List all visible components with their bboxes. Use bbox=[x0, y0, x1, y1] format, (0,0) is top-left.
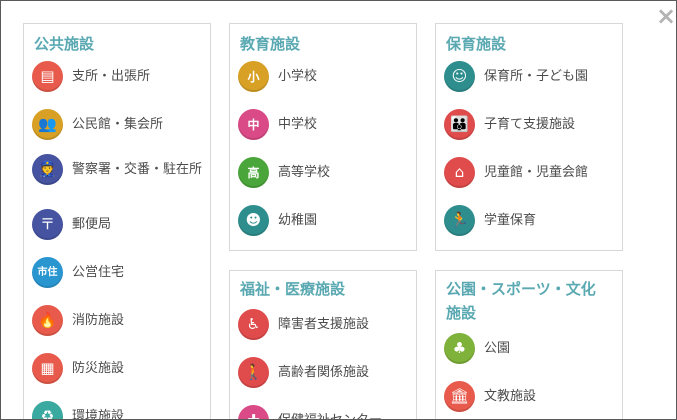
item-label: 公園 bbox=[484, 341, 511, 356]
panel-public-facilities: 公共施設 ▤ 支所・出張所 👥 公民館・集会所 👮 警察署・交番・駐在所 〒 郵… bbox=[23, 23, 211, 420]
item-label: 児童館・児童会館 bbox=[484, 165, 589, 180]
post-office-icon: 〒 bbox=[32, 209, 63, 240]
town-office-icon: ▤ bbox=[32, 61, 63, 92]
item-elderly-facilities[interactable]: 🚶 高齢者関係施設 bbox=[238, 357, 369, 388]
kindergarten-icon: ☻ bbox=[238, 205, 269, 236]
item-community-hall[interactable]: 👥 公民館・集会所 bbox=[32, 109, 163, 140]
cultural-facility-icon: 🏛 bbox=[444, 381, 475, 412]
item-label: 警察署・交番・駐在所 bbox=[72, 162, 203, 177]
item-public-housing[interactable]: 市住 公営住宅 bbox=[32, 257, 124, 288]
nursery-icon: ☺ bbox=[444, 61, 475, 92]
wheelchair-icon: ♿ bbox=[238, 309, 269, 340]
item-disability-support[interactable]: ♿ 障害者支援施設 bbox=[238, 309, 369, 340]
elementary-school-icon: 小 bbox=[238, 61, 269, 92]
park-icon: ♣ bbox=[444, 333, 475, 364]
item-label: 高等学校 bbox=[278, 165, 331, 180]
public-housing-icon: 市住 bbox=[32, 257, 63, 288]
panel-title: 福祉・医療施設 bbox=[240, 280, 346, 298]
item-elementary-school[interactable]: 小 小学校 bbox=[238, 61, 317, 92]
panel-education: 教育施設 小 小学校 中 中学校 高 高等学校 ☻ 幼稚園 bbox=[229, 23, 417, 251]
item-label: 防災施設 bbox=[72, 361, 125, 376]
item-nursery[interactable]: ☺ 保育所・子ども園 bbox=[444, 61, 588, 92]
item-label: 幼稚園 bbox=[278, 213, 318, 228]
item-label: 郵便局 bbox=[72, 217, 112, 232]
item-label: 小学校 bbox=[278, 69, 318, 84]
childcare-support-icon: 👪 bbox=[444, 109, 475, 140]
panel-title: 教育施設 bbox=[240, 35, 301, 53]
item-label: 障害者支援施設 bbox=[278, 317, 370, 332]
item-park[interactable]: ♣ 公園 bbox=[444, 333, 510, 364]
item-high-school[interactable]: 高 高等学校 bbox=[238, 157, 330, 188]
item-fire-station[interactable]: 🔥 消防施設 bbox=[32, 305, 124, 336]
panel-title: 保育施設 bbox=[446, 35, 507, 53]
panel-welfare-medical: 福祉・医療施設 ♿ 障害者支援施設 🚶 高齢者関係施設 ✚ 保健福祉センター bbox=[229, 270, 417, 419]
high-school-icon: 高 bbox=[238, 157, 269, 188]
item-label: 学童保育 bbox=[484, 213, 537, 228]
item-police[interactable]: 👮 警察署・交番・駐在所 bbox=[32, 154, 202, 185]
environment-icon: ♻ bbox=[32, 401, 63, 419]
health-center-icon: ✚ bbox=[238, 405, 269, 419]
item-label: 中学校 bbox=[278, 117, 318, 132]
junior-high-icon: 中 bbox=[238, 109, 269, 140]
item-disaster-prevention[interactable]: ▦ 防災施設 bbox=[32, 353, 124, 384]
item-childcare-support[interactable]: 👪 子育て支援施設 bbox=[444, 109, 575, 140]
item-label: 保健福祉センター bbox=[278, 410, 382, 419]
item-label: 文教施設 bbox=[484, 389, 537, 404]
panel-title: 公園・スポーツ・文化施設 bbox=[446, 280, 596, 322]
item-kindergarten[interactable]: ☻ 幼稚園 bbox=[238, 205, 317, 236]
item-label: 保育所・子ども園 bbox=[484, 69, 589, 84]
item-label: 子育て支援施設 bbox=[484, 117, 576, 132]
item-label: 環境施設 bbox=[72, 409, 125, 420]
fire-station-icon: 🔥 bbox=[32, 305, 63, 336]
panel-parks-sports-culture: 公園・スポーツ・文化施設 ♣ 公園 🏛 文教施設 bbox=[435, 270, 623, 419]
item-environment[interactable]: ♻ 環境施設 bbox=[32, 401, 125, 420]
childrens-hall-icon: ⌂ bbox=[444, 157, 475, 188]
item-childrens-hall[interactable]: ⌂ 児童館・児童会館 bbox=[444, 157, 588, 188]
item-cultural-facility[interactable]: 🏛 文教施設 bbox=[444, 381, 536, 412]
item-label: 公民館・集会所 bbox=[72, 117, 164, 132]
panel-title: 公共施設 bbox=[34, 35, 95, 53]
item-label: 消防施設 bbox=[72, 313, 125, 328]
panel-childcare: 保育施設 ☺ 保育所・子ども園 👪 子育て支援施設 ⌂ 児童館・児童会館 🏃 学… bbox=[435, 23, 623, 251]
police-icon: 👮 bbox=[32, 154, 63, 185]
elderly-icon: 🚶 bbox=[238, 357, 269, 388]
item-label: 高齢者関係施設 bbox=[278, 365, 370, 380]
close-icon[interactable]: × bbox=[655, 4, 676, 28]
item-branch-office[interactable]: ▤ 支所・出張所 bbox=[32, 61, 150, 92]
item-label: 公営住宅 bbox=[72, 265, 125, 280]
facility-category-dialog: × 公共施設 ▤ 支所・出張所 👥 公民館・集会所 👮 警察署・交番・駐在所 〒… bbox=[0, 0, 677, 420]
item-label: 支所・出張所 bbox=[72, 69, 151, 84]
item-junior-high[interactable]: 中 中学校 bbox=[238, 109, 317, 140]
community-hall-icon: 👥 bbox=[32, 109, 63, 140]
item-health-center[interactable]: ✚ 保健福祉センター bbox=[238, 405, 382, 419]
disaster-prevention-icon: ▦ bbox=[32, 353, 63, 384]
item-after-school[interactable]: 🏃 学童保育 bbox=[444, 205, 536, 236]
after-school-icon: 🏃 bbox=[444, 205, 475, 236]
item-post-office[interactable]: 〒 郵便局 bbox=[32, 209, 111, 240]
